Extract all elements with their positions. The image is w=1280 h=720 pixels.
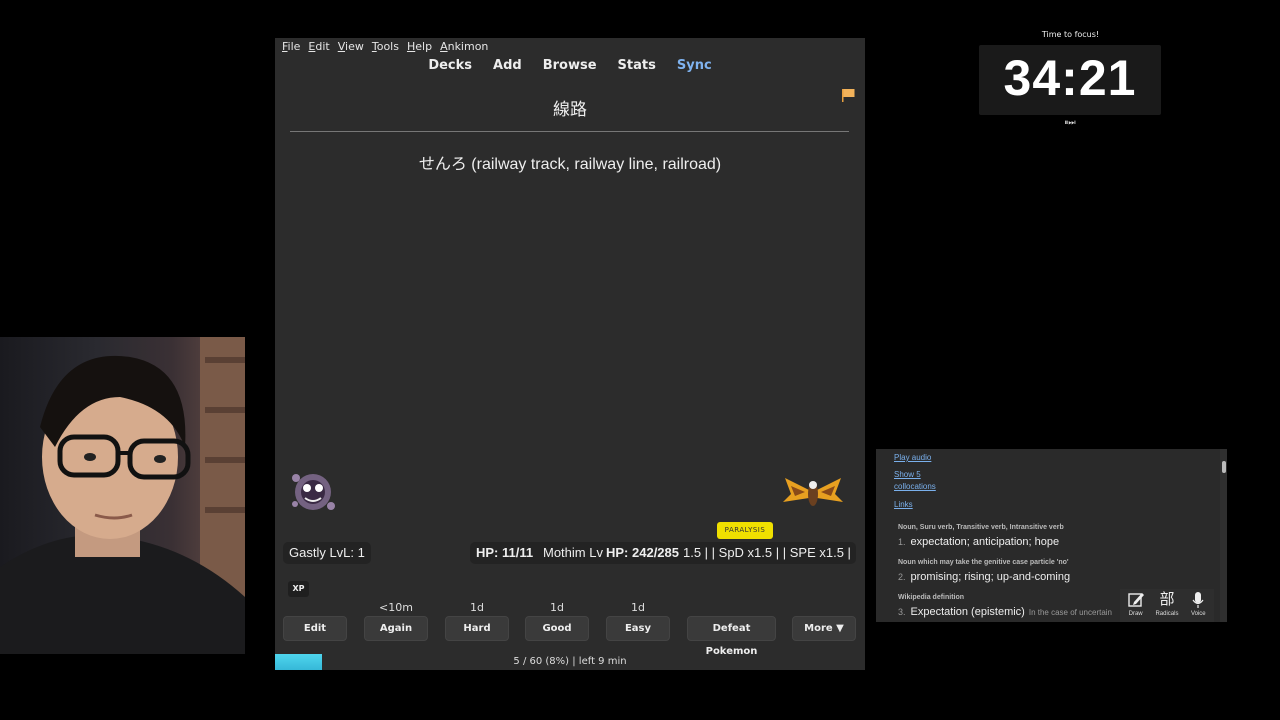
easy-interval: 1d [631, 601, 645, 614]
menu-tools[interactable]: Tools [372, 38, 399, 55]
again-interval: <10m [379, 601, 413, 614]
menu-edit[interactable]: Edit [308, 38, 329, 55]
hard-button[interactable]: Hard [445, 616, 509, 641]
timer-controls[interactable]: ⏸⏭ [1058, 118, 1082, 128]
scrollbar-thumb[interactable] [1222, 461, 1226, 473]
voice-label: Voice [1190, 611, 1206, 617]
main-toolbar: Decks Add Browse Stats Sync [275, 58, 865, 73]
menu-ankimon[interactable]: Ankimon [440, 38, 488, 55]
card-divider [290, 131, 849, 132]
part-of-speech-2: Noun which may take the genitive case pa… [898, 559, 1069, 566]
menu-file[interactable]: File [282, 38, 300, 55]
timer-label: Time to focus! [1041, 30, 1100, 39]
again-button[interactable]: Again [364, 616, 428, 641]
radicals-label: Radicals [1155, 611, 1179, 617]
toolbar-decks[interactable]: Decks [428, 58, 472, 73]
play-audio-link[interactable]: Play audio [894, 453, 931, 462]
microphone-icon [1192, 592, 1204, 608]
draw-icon [1127, 593, 1144, 607]
player-hp: HP: 11/11 [476, 545, 534, 560]
toolbar-browse[interactable]: Browse [543, 58, 597, 73]
definition-3-text: Expectation (epistemic) [910, 606, 1025, 618]
enemy-stats-bar: HP: 11/11 Mothim Lv HP: 242/285 1.5 | | … [470, 542, 856, 564]
part-of-speech-1: Noun, Suru verb, Transitive verb, Intran… [898, 524, 1064, 531]
card-back: せんろ (railway track, railway line, railro… [418, 156, 722, 173]
hard-interval: 1d [470, 601, 484, 614]
webcam-person-image [0, 337, 245, 654]
definition-1-number: 1. [898, 537, 906, 547]
gastly-sprite [292, 474, 335, 510]
definition-3-number: 3. [898, 607, 906, 617]
toolbar-sync[interactable]: Sync [677, 58, 712, 73]
good-button[interactable]: Good [525, 616, 589, 641]
definition-2-number: 2. [898, 572, 906, 582]
definition-1-text: expectation; anticipation; hope [910, 536, 1060, 548]
status-badge: PARALYSIS [717, 522, 773, 539]
definition-2-text: promising; rising; up-and-coming [910, 571, 1071, 583]
menu-bar: File Edit View Tools Help Ankimon [275, 38, 865, 55]
edit-button[interactable]: Edit [283, 616, 347, 641]
enemy-hp: HP: 242/285 [604, 542, 679, 564]
enemy-name: Mothim Lv [543, 545, 603, 560]
xp-badge: XP [288, 581, 309, 597]
radicals-icon: 部 [1159, 591, 1175, 608]
easy-button[interactable]: Easy [606, 616, 670, 641]
links-link[interactable]: Links [894, 500, 913, 509]
card-front: 線路 [553, 100, 587, 120]
draw-tool[interactable]: Draw [1121, 589, 1151, 622]
toolbar-add[interactable]: Add [493, 58, 522, 73]
toolbar-stats[interactable]: Stats [618, 58, 656, 73]
definition-3-extra: In the case of uncertain [1028, 608, 1113, 617]
draw-label: Draw [1128, 611, 1143, 617]
defeat-pokemon-button[interactable]: Defeat Pokemon [687, 616, 776, 657]
timer-display: 34:21 [979, 45, 1161, 115]
dictionary-tools: Draw 部 Radicals Voice [1120, 589, 1214, 622]
enemy-stat-modifiers: 1.5 | | SpD x1.5 | | SPE x1.5 | [683, 545, 851, 560]
timer-time: 34:21 [1003, 50, 1137, 106]
webcam-feed [0, 337, 245, 654]
definition-2: 2. promising; rising; up-and-coming [898, 571, 1070, 583]
more-button[interactable]: More ▼ [792, 616, 856, 641]
radicals-tool[interactable]: 部 Radicals [1152, 589, 1182, 622]
dictionary-scrollbar[interactable] [1220, 449, 1227, 622]
part-of-speech-3: Wikipedia definition [898, 594, 965, 601]
dictionary-panel: Play audio Show 5 collocations Links Nou… [876, 449, 1227, 622]
collocations-link[interactable]: collocations [894, 482, 936, 491]
definition-3: 3. Expectation (epistemic) In the case of … [898, 606, 1112, 618]
menu-view[interactable]: View [338, 38, 364, 55]
progress-text: 5 / 60 (8%) | left 9 min [513, 656, 627, 667]
show-collocations-link[interactable]: Show 5 [894, 470, 921, 479]
definition-1: 1. expectation; anticipation; hope [898, 536, 1059, 548]
player-pokemon-label: Gastly LvL: 1 [283, 542, 371, 564]
menu-help[interactable]: Help [407, 38, 432, 55]
anki-window: File Edit View Tools Help Ankimon Decks … [275, 38, 865, 670]
good-interval: 1d [550, 601, 564, 614]
voice-tool[interactable]: Voice [1183, 589, 1213, 622]
mothim-sprite [783, 478, 843, 506]
